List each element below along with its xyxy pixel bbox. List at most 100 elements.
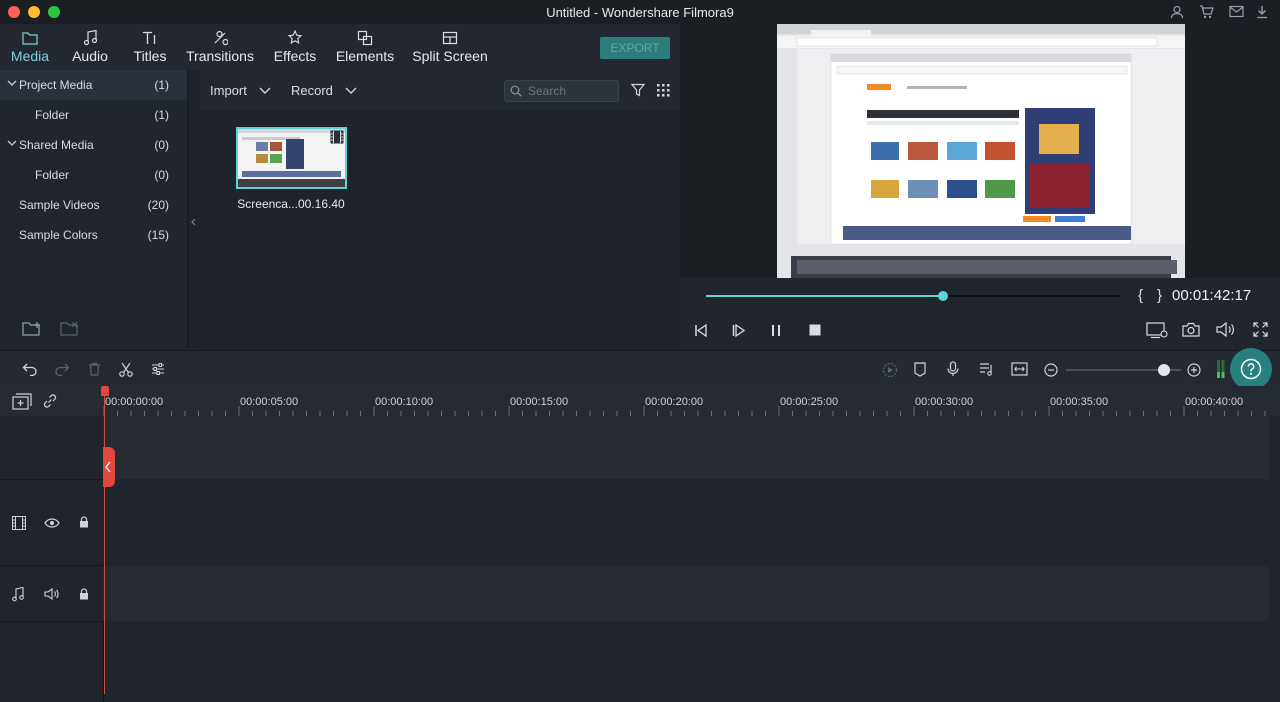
track-divider xyxy=(0,621,103,622)
tab-audio[interactable]: Audio xyxy=(70,28,110,64)
audio-track-lane[interactable] xyxy=(103,566,1269,621)
marker-icon[interactable] xyxy=(914,362,926,377)
snapshot-camera-icon[interactable] xyxy=(1182,322,1200,337)
voiceover-list-icon[interactable] xyxy=(979,362,994,376)
render-preview-icon[interactable] xyxy=(1146,322,1168,339)
stop-icon[interactable] xyxy=(809,324,821,336)
search-input[interactable]: Search xyxy=(504,80,619,102)
chevron-down-icon[interactable] xyxy=(7,80,17,87)
tab-transitions[interactable]: Transitions xyxy=(184,28,256,64)
audio-meter-icon[interactable] xyxy=(1217,360,1225,378)
download-icon[interactable] xyxy=(1256,5,1268,19)
zoom-slider[interactable] xyxy=(1066,364,1181,376)
filter-icon[interactable] xyxy=(631,83,645,97)
adjust-icon[interactable] xyxy=(151,362,165,376)
fullscreen-icon[interactable] xyxy=(1253,322,1268,337)
play-icon[interactable] xyxy=(732,324,746,337)
ruler-label: 00:00:00:00 xyxy=(105,396,164,408)
tab-split-screen[interactable]: Split Screen xyxy=(410,28,490,64)
timeline-header-tools xyxy=(0,386,103,416)
mark-out-button[interactable]: } xyxy=(1157,287,1162,304)
ruler-label: 00:00:35:00 xyxy=(1050,396,1109,408)
grid-view-icon[interactable] xyxy=(657,84,670,97)
library-item-count: (0) xyxy=(154,168,169,182)
track-headers xyxy=(0,416,104,702)
tab-media[interactable]: Media xyxy=(10,28,50,64)
playhead-marker[interactable] xyxy=(101,386,109,396)
chevron-down-icon xyxy=(345,87,357,95)
timeline-ruler[interactable]: 00:00:00:00 00:00:05:00 00:00:10:00 00:0… xyxy=(103,386,1280,416)
panel-collapse-handle[interactable] xyxy=(187,70,200,348)
library-item-label: Sample Videos xyxy=(19,198,100,212)
undo-icon[interactable] xyxy=(22,362,38,376)
zoom-out-icon[interactable] xyxy=(1044,363,1058,377)
library-item-sample-colors[interactable]: Sample Colors (15) xyxy=(0,220,187,250)
zoom-in-icon[interactable] xyxy=(1187,363,1201,377)
playback-scrubber-handle[interactable] xyxy=(937,291,948,301)
library-item-label: Project Media xyxy=(19,78,93,92)
eye-icon[interactable] xyxy=(44,518,60,528)
mail-icon[interactable] xyxy=(1229,5,1244,18)
zoom-slider-handle[interactable] xyxy=(1157,364,1170,376)
video-track-lane[interactable] xyxy=(103,480,1269,565)
previous-frame-icon[interactable] xyxy=(694,324,708,337)
chevron-down-icon xyxy=(259,87,271,95)
media-library-panel: Project Media (1) Folder (1) Shared Medi… xyxy=(0,70,187,348)
timecode-display: 00:01:42:17 xyxy=(1172,287,1252,304)
new-folder-icon[interactable] xyxy=(22,321,42,337)
library-item-sample-videos[interactable]: Sample Videos (20) xyxy=(0,190,187,220)
microphone-icon[interactable] xyxy=(947,361,959,377)
preview-frame[interactable] xyxy=(777,24,1185,278)
trash-icon[interactable] xyxy=(88,362,101,376)
pause-icon[interactable] xyxy=(771,324,781,337)
export-button[interactable]: EXPORT xyxy=(600,37,670,59)
account-icon[interactable] xyxy=(1170,5,1184,19)
library-item-project-media[interactable]: Project Media (1) xyxy=(0,70,187,100)
tab-titles[interactable]: Titles xyxy=(130,28,170,64)
tab-elements-label: Elements xyxy=(335,48,395,64)
library-item-count: (0) xyxy=(154,138,169,152)
speaker-icon[interactable] xyxy=(44,588,60,600)
media-clip-thumbnail[interactable] xyxy=(236,127,347,189)
library-item-count: (1) xyxy=(154,78,169,92)
tab-effects[interactable]: Effects xyxy=(268,28,322,64)
volume-icon[interactable] xyxy=(1216,322,1236,337)
ruler-label: 00:00:10:00 xyxy=(375,396,434,408)
track-area-top[interactable] xyxy=(103,416,1269,479)
mark-in-button[interactable]: { xyxy=(1138,287,1143,304)
import-dropdown[interactable]: Import xyxy=(210,83,271,98)
elements-icon xyxy=(334,28,396,48)
link-icon[interactable] xyxy=(42,393,58,409)
timeline-toolbar xyxy=(0,350,1280,387)
fit-timeline-icon[interactable] xyxy=(1011,362,1028,376)
record-dropdown[interactable]: Record xyxy=(291,83,357,98)
playhead-drag-handle[interactable] xyxy=(103,447,115,487)
playback-progress-track[interactable] xyxy=(706,291,1121,301)
search-icon xyxy=(510,85,522,97)
render-icon[interactable] xyxy=(882,362,898,378)
lock-icon[interactable] xyxy=(79,516,89,528)
tab-effects-label: Effects xyxy=(273,48,317,64)
ruler-label: 00:00:05:00 xyxy=(240,396,299,408)
add-track-icon[interactable] xyxy=(12,393,32,410)
window-title: Untitled - Wondershare Filmora9 xyxy=(546,5,734,20)
library-item-shared-folder[interactable]: Folder (0) xyxy=(0,160,187,190)
library-item-count: (15) xyxy=(147,228,169,242)
chevron-left-icon[interactable] xyxy=(191,218,196,226)
delete-folder-icon[interactable] xyxy=(60,321,80,337)
record-label: Record xyxy=(291,83,333,98)
folder-icon xyxy=(10,28,50,48)
chevron-down-icon[interactable] xyxy=(7,140,17,147)
help-button[interactable] xyxy=(1230,348,1272,390)
scissors-icon[interactable] xyxy=(119,362,133,377)
cart-icon[interactable] xyxy=(1199,5,1214,19)
chevron-left-icon xyxy=(104,461,112,473)
media-clip-name: Screenca...00.16.40 xyxy=(237,197,345,211)
tab-elements[interactable]: Elements xyxy=(334,28,396,64)
title-bar: Untitled - Wondershare Filmora9 xyxy=(0,0,1280,24)
main-toolbar: Media Audio Titles Transitions Effects E… xyxy=(0,24,680,70)
library-item-shared-media[interactable]: Shared Media (0) xyxy=(0,130,187,160)
library-item-project-folder[interactable]: Folder (1) xyxy=(0,100,187,130)
redo-icon[interactable] xyxy=(54,362,70,376)
lock-icon[interactable] xyxy=(79,588,89,600)
